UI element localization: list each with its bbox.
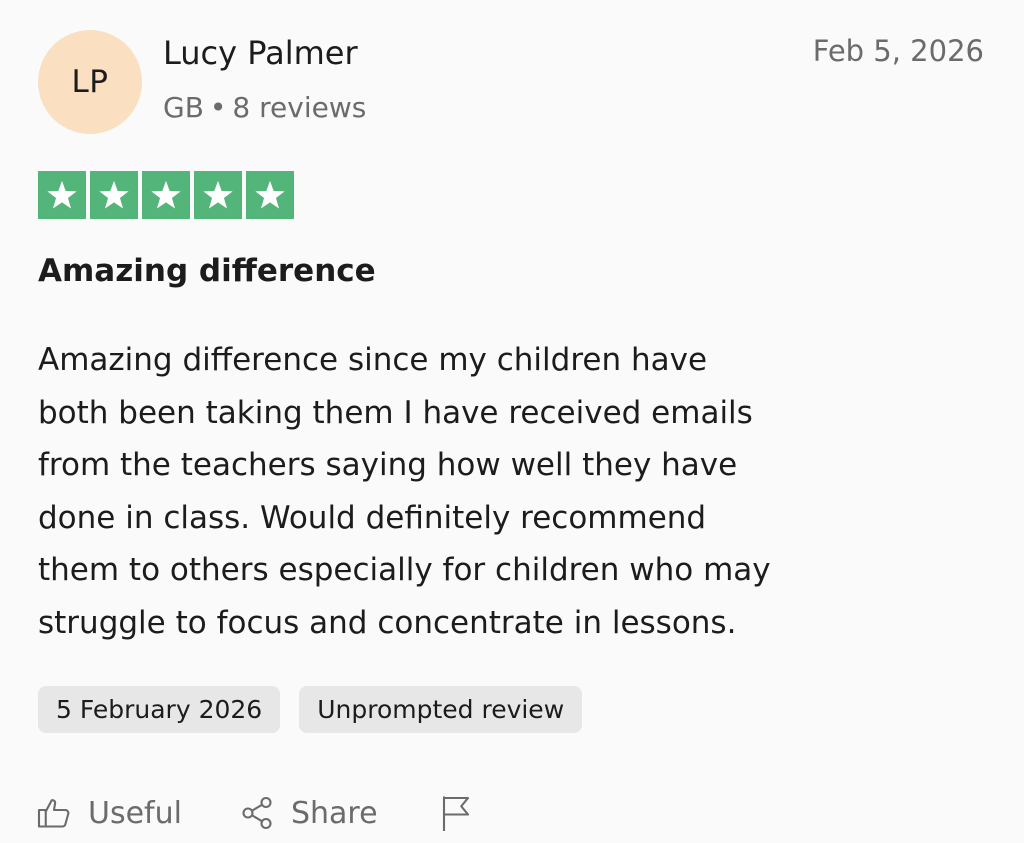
experience-date-badge: 5 February 2026 bbox=[38, 686, 281, 733]
reviewer-meta: GB • 8 reviews bbox=[163, 89, 366, 127]
meta-separator: • bbox=[209, 91, 227, 124]
avatar-initials: LP bbox=[71, 64, 109, 100]
reviewer-review-count[interactable]: 8 reviews bbox=[232, 91, 366, 124]
useful-label: Useful bbox=[88, 795, 182, 831]
star-icon bbox=[246, 171, 294, 219]
review-body-line: them to others especially for children w… bbox=[38, 552, 771, 588]
review-body-line: struggle to focus and concentrate in les… bbox=[38, 604, 737, 641]
review-tags: 5 February 2026 Unprompted review bbox=[38, 686, 583, 733]
review-body-line: Amazing difference since my children hav… bbox=[38, 342, 708, 378]
flag-icon bbox=[438, 793, 474, 833]
star-icon bbox=[194, 171, 242, 219]
star-icon bbox=[142, 171, 190, 219]
star-icon bbox=[90, 171, 138, 219]
reviewer-name[interactable]: Lucy Palmer bbox=[163, 33, 358, 73]
share-button[interactable]: Share bbox=[239, 795, 378, 831]
unprompted-review-badge[interactable]: Unprompted review bbox=[299, 686, 583, 733]
review-actions: Useful Share bbox=[36, 790, 474, 836]
review-title[interactable]: Amazing difference bbox=[38, 250, 376, 292]
star-rating bbox=[38, 171, 294, 219]
star-icon bbox=[38, 171, 86, 219]
thumbs-up-icon bbox=[36, 795, 72, 831]
review-body: Amazing difference since my children hav… bbox=[38, 334, 898, 649]
review-body-line: from the teachers saying how well they h… bbox=[38, 447, 738, 483]
review-body-line: done in class. Would definitely recommen… bbox=[38, 499, 707, 536]
review-body-line: both been taking them I have received em… bbox=[38, 394, 753, 431]
share-icon bbox=[239, 795, 275, 831]
share-label: Share bbox=[290, 795, 378, 831]
useful-button[interactable]: Useful bbox=[36, 795, 182, 831]
report-button[interactable] bbox=[438, 793, 474, 833]
avatar[interactable]: LP bbox=[38, 30, 142, 134]
review-date: Feb 5, 2026 bbox=[812, 34, 984, 68]
review-card: LP Lucy Palmer GB • 8 reviews Feb 5, 2026 … bbox=[0, 0, 1024, 843]
reviewer-country: GB bbox=[163, 91, 204, 124]
